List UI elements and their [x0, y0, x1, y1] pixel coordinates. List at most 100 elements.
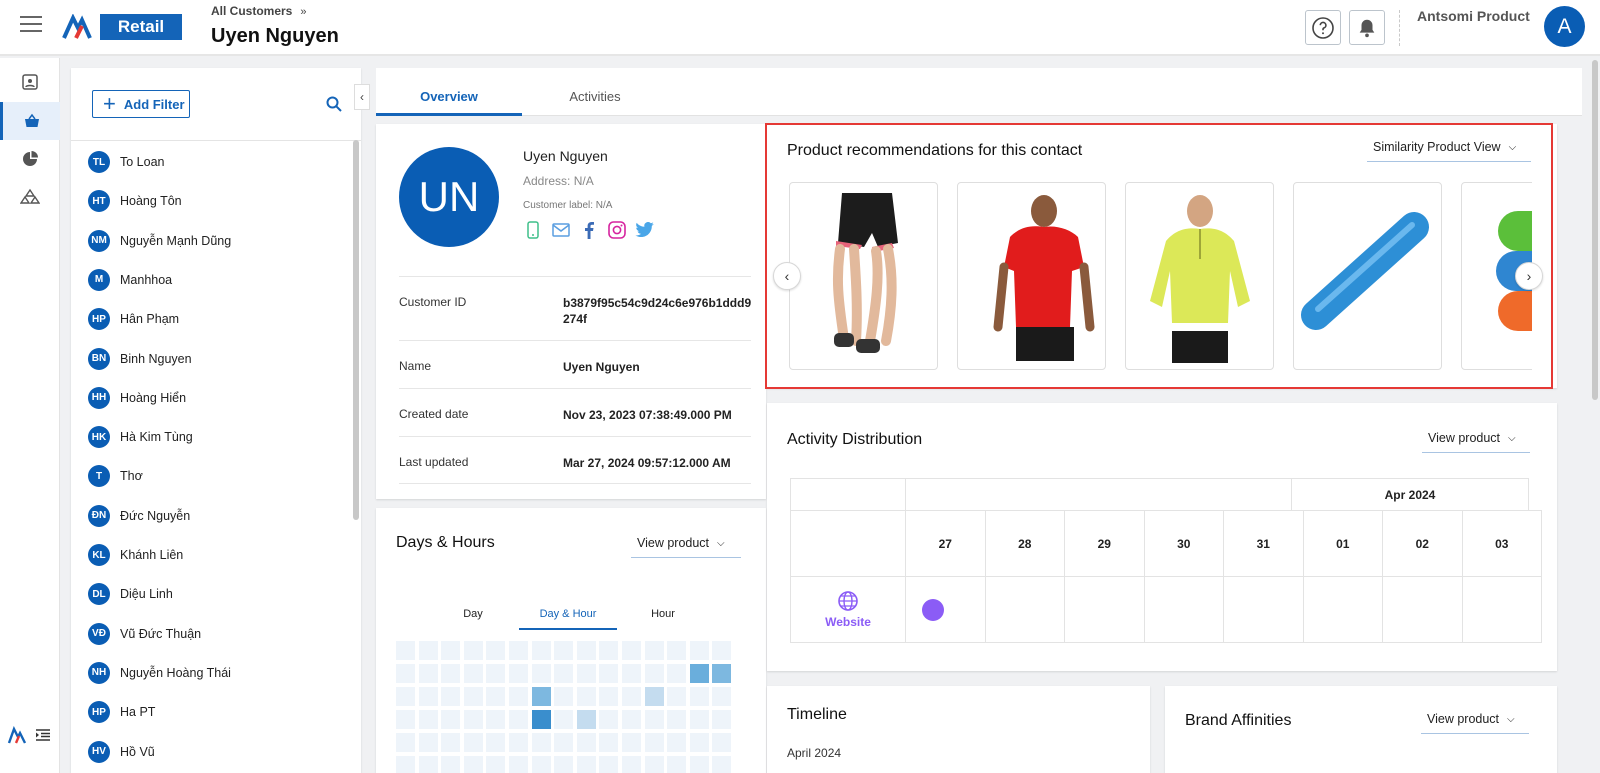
heatmap-cell[interactable]: [576, 733, 596, 752]
twitter-icon[interactable]: [635, 220, 655, 240]
list-scrollbar[interactable]: [353, 140, 359, 520]
heatmap-cell[interactable]: [509, 756, 528, 773]
subtab-day-hour[interactable]: Day & Hour: [519, 608, 617, 630]
heatmap-cell[interactable]: [509, 733, 528, 752]
list-item[interactable]: BN Binh Nguyen: [88, 347, 192, 371]
heatmap-cell[interactable]: [509, 710, 528, 729]
heatmap-cell[interactable]: [486, 687, 506, 706]
heatmap-cell[interactable]: [463, 687, 483, 706]
heatmap-cell[interactable]: [667, 733, 687, 752]
heatmap-cell[interactable]: [689, 641, 709, 660]
rail-contacts[interactable]: [0, 63, 60, 101]
heatmap-cell[interactable]: [667, 641, 687, 660]
heatmap-cell[interactable]: [644, 756, 664, 773]
heatmap-cell[interactable]: [667, 756, 687, 773]
activity-cell[interactable]: [1143, 576, 1224, 643]
rail-analytics[interactable]: [0, 140, 60, 178]
heatmap-cell[interactable]: [486, 664, 506, 683]
heatmap-cell[interactable]: [463, 664, 483, 683]
list-item[interactable]: DL Diệu Linh: [88, 582, 173, 606]
heatmap-cell[interactable]: [689, 733, 709, 752]
rail-retail[interactable]: [0, 102, 60, 140]
heatmap-cell[interactable]: [531, 756, 551, 773]
heatmap-cell[interactable]: [689, 756, 709, 773]
list-item[interactable]: HV Hồ Vũ: [88, 740, 155, 764]
heatmap-cell[interactable]: [576, 641, 596, 660]
heatmap-cell[interactable]: [486, 641, 506, 660]
heatmap-cell[interactable]: [509, 664, 528, 683]
instagram-icon[interactable]: [607, 220, 627, 240]
heatmap-cell[interactable]: [712, 710, 732, 729]
list-item[interactable]: TL To Loan: [88, 150, 164, 174]
list-item[interactable]: KL Khánh Liên: [88, 543, 183, 567]
heatmap-cell[interactable]: [509, 641, 528, 660]
heatmap-cell[interactable]: [712, 664, 732, 683]
heatmap-cell[interactable]: [576, 687, 596, 706]
heatmap-cell[interactable]: [712, 756, 732, 773]
heatmap-cell[interactable]: [644, 641, 664, 660]
list-item[interactable]: HP Ha PT: [88, 700, 155, 724]
heatmap-cell[interactable]: [441, 756, 461, 773]
heatmap-cell[interactable]: [418, 756, 438, 773]
list-item[interactable]: M Manhhoa: [88, 268, 172, 292]
heatmap-cell[interactable]: [486, 710, 506, 729]
phone-icon[interactable]: [523, 220, 543, 240]
activity-dot[interactable]: [922, 598, 944, 621]
activity-cell[interactable]: [984, 576, 1065, 643]
heatmap-cell[interactable]: [554, 641, 574, 660]
activity-cell[interactable]: [1302, 576, 1383, 643]
breadcrumb-link[interactable]: All Customers: [211, 4, 292, 18]
heatmap-cell[interactable]: [418, 710, 438, 729]
heatmap-cell[interactable]: [599, 710, 619, 729]
heatmap-cell[interactable]: [667, 687, 687, 706]
heatmap-cell[interactable]: [396, 710, 415, 729]
heatmap-cell[interactable]: [712, 641, 732, 660]
heatmap-cell[interactable]: [418, 664, 438, 683]
heatmap-cell[interactable]: [689, 687, 709, 706]
heatmap-cell[interactable]: [441, 710, 461, 729]
activity-dropdown[interactable]: View product ⌵: [1422, 427, 1530, 453]
heatmap-cell[interactable]: [622, 756, 641, 773]
tab-activities[interactable]: Activities: [522, 68, 668, 116]
heatmap-cell[interactable]: [441, 733, 461, 752]
heatmap-cell[interactable]: [599, 664, 619, 683]
activity-cell[interactable]: [1461, 576, 1542, 643]
notifications-button[interactable]: [1349, 10, 1385, 45]
heatmap-cell[interactable]: [486, 756, 506, 773]
heatmap-cell[interactable]: [463, 733, 483, 752]
heatmap-cell[interactable]: [622, 710, 641, 729]
tab-overview[interactable]: Overview: [376, 68, 522, 116]
heatmap-cell[interactable]: [712, 733, 732, 752]
heatmap-cell[interactable]: [576, 664, 596, 683]
heatmap-cell[interactable]: [441, 641, 461, 660]
heatmap-cell[interactable]: [418, 641, 438, 660]
list-item[interactable]: HT Hoàng Tôn: [88, 189, 182, 213]
heatmap-cell[interactable]: [576, 756, 596, 773]
brand-dropdown[interactable]: View product ⌵: [1421, 708, 1529, 734]
portal-name[interactable]: Antsomi Product: [1417, 8, 1530, 24]
heatmap-cell[interactable]: [531, 733, 551, 752]
heatmap-cell[interactable]: [644, 687, 664, 706]
heatmap-cell[interactable]: [486, 733, 506, 752]
heatmap-cell[interactable]: [463, 641, 483, 660]
heatmap-cell[interactable]: [599, 687, 619, 706]
subtab-day[interactable]: Day: [424, 608, 522, 630]
list-item[interactable]: HK Hà Kim Tùng: [88, 425, 193, 449]
activity-cell[interactable]: [1223, 576, 1304, 643]
activity-cell[interactable]: [1064, 576, 1145, 643]
heatmap-cell[interactable]: [599, 756, 619, 773]
collapse-panel-button[interactable]: ‹: [354, 84, 370, 110]
list-item[interactable]: T Thơ: [88, 464, 143, 488]
user-avatar[interactable]: A: [1544, 6, 1585, 47]
heatmap-cell[interactable]: [531, 641, 551, 660]
heatmap-cell[interactable]: [554, 687, 574, 706]
heatmap-cell[interactable]: [667, 710, 687, 729]
heatmap-cell[interactable]: [644, 733, 664, 752]
heatmap-cell[interactable]: [418, 733, 438, 752]
activity-cell[interactable]: [1382, 576, 1463, 643]
heatmap-cell[interactable]: [622, 641, 641, 660]
heatmap-cell[interactable]: [644, 664, 664, 683]
activity-cell[interactable]: [905, 576, 986, 643]
help-button[interactable]: [1305, 10, 1341, 45]
menu-icon[interactable]: [20, 16, 42, 34]
